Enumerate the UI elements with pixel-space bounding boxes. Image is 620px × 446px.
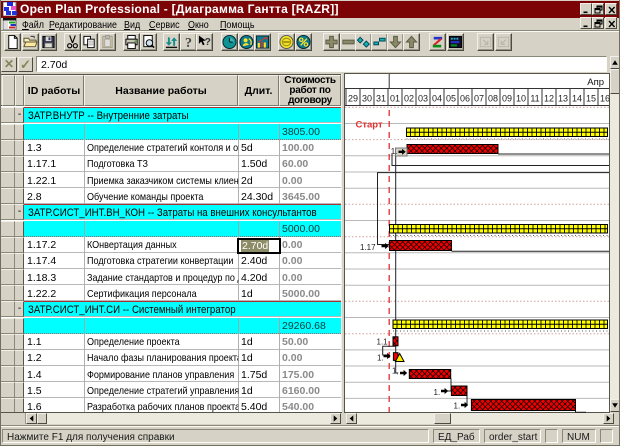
svg-text:1.1: 1.1 [377,338,389,347]
svg-text:14: 14 [572,94,582,104]
svg-text:01: 01 [390,94,400,104]
svg-text:05: 05 [446,94,456,104]
svg-text:1.17: 1.17 [360,243,376,252]
svg-text:09: 09 [502,94,512,104]
svg-text:29: 29 [348,94,358,104]
svg-text:1,: 1, [392,367,399,376]
svg-text:1.: 1. [434,388,441,397]
svg-text:1.: 1. [391,147,398,156]
svg-text:02: 02 [404,94,414,104]
svg-text:12: 12 [544,94,554,104]
svg-text:?: ? [205,37,211,48]
svg-text:?: ? [185,35,192,50]
svg-text:07: 07 [474,94,484,104]
svg-text:06: 06 [460,94,470,104]
svg-text:03: 03 [418,94,428,104]
svg-text:30: 30 [362,94,372,104]
svg-text:16: 16 [600,94,610,104]
svg-text:Старт: Старт [356,120,383,131]
svg-text:Апр: Апр [587,77,604,88]
svg-text:04: 04 [432,94,442,104]
svg-text:13: 13 [558,94,568,104]
svg-text:1.: 1. [377,354,384,363]
svg-text:1.: 1. [454,402,461,411]
svg-text:08: 08 [488,94,498,104]
svg-text:11: 11 [530,94,539,104]
svg-text:10: 10 [516,94,526,104]
svg-text:31: 31 [376,94,386,104]
svg-text:15: 15 [586,94,596,104]
